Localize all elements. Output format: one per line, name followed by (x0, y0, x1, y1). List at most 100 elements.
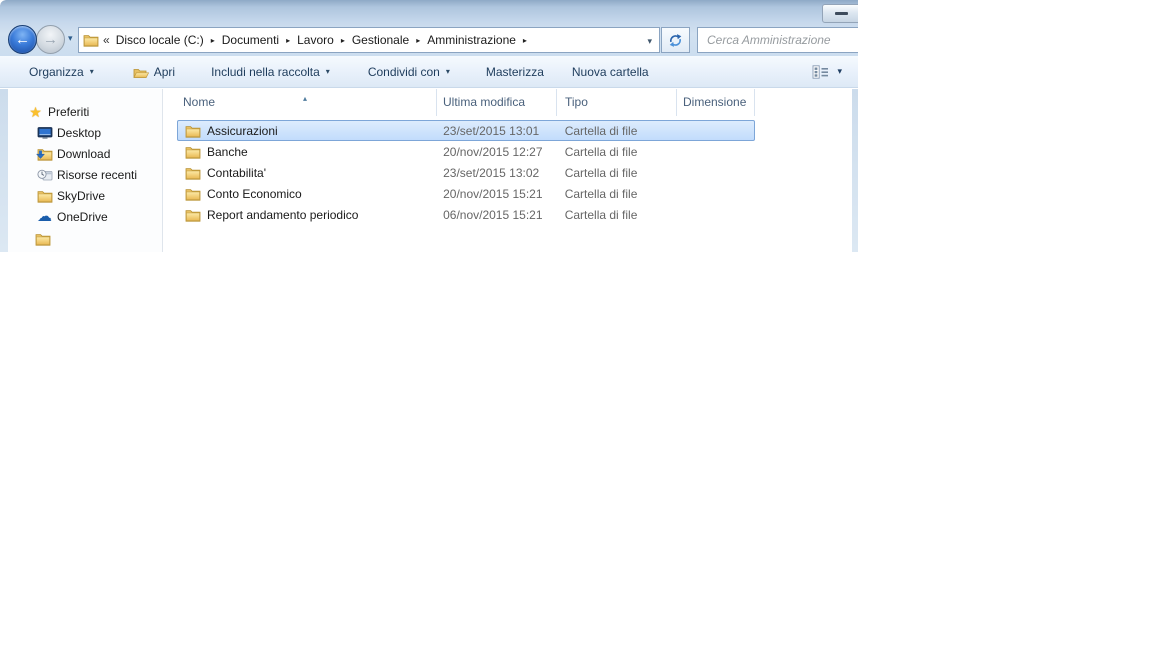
column-header-dimensione[interactable]: Dimensione (677, 89, 755, 116)
file-modified: 06/nov/2015 15:21 (443, 207, 543, 222)
table-row-contabilita[interactable]: Contabilita' 23/set/2015 13:02 Cartella … (177, 162, 755, 183)
new-folder-button[interactable]: Nuova cartella (561, 60, 660, 84)
sidebar-item-desktop[interactable]: Desktop (8, 122, 162, 143)
burn-button[interactable]: Masterizza (475, 60, 555, 84)
back-button[interactable]: ← (8, 25, 37, 54)
navigation-pane: ★ Preferiti Desktop Download Risorse rec… (8, 89, 163, 252)
column-label: Ultima modifica (443, 95, 526, 109)
address-dropdown-icon[interactable]: ▾ (647, 36, 652, 47)
column-label: Nome (183, 95, 216, 109)
sidebar-section-label: Preferiti (48, 104, 90, 119)
breadcrumb-separator-icon[interactable]: ▸ (523, 36, 527, 45)
breadcrumb-separator-icon[interactable]: ▸ (341, 36, 345, 45)
sort-ascending-icon: ▴ (302, 94, 307, 103)
sidebar-item-label: SkyDrive (57, 188, 106, 203)
folder-icon (185, 145, 201, 159)
breadcrumb-separator-icon[interactable]: ▸ (211, 36, 215, 45)
file-name: Conto Economico (207, 186, 302, 201)
file-name: Banche (207, 144, 248, 159)
include-in-library-button[interactable]: Includi nella raccolta ▾ (200, 60, 341, 84)
back-icon: ← (15, 31, 30, 48)
file-type: Cartella di file (564, 165, 638, 180)
folder-icon (185, 187, 201, 201)
column-label: Dimensione (683, 95, 747, 109)
file-modified: 20/nov/2015 15:21 (443, 186, 543, 201)
window-right-border (852, 89, 858, 252)
view-dropdown-icon[interactable]: ▾ (837, 66, 842, 77)
file-modified: 23/set/2015 13:01 (443, 123, 540, 138)
explorer-window: ← → ▾ « Disco locale (C:) ▸ Documenti ▸ … (0, 0, 858, 252)
refresh-button[interactable] (661, 27, 690, 53)
file-type: Cartella di file (564, 186, 638, 201)
file-type: Cartella di file (564, 207, 638, 222)
table-row-report-andamento-periodico[interactable]: Report andamento periodico 06/nov/2015 1… (177, 204, 755, 225)
table-row-assicurazioni[interactable]: Assicurazioni 23/set/2015 13:01 Cartella… (177, 120, 755, 141)
column-header-nome[interactable]: Nome ▴ (177, 89, 437, 116)
share-label: Condividi con (367, 64, 440, 79)
file-type: Cartella di file (564, 123, 638, 138)
folder-icon (185, 166, 201, 180)
main-area: ★ Preferiti Desktop Download Risorse rec… (0, 89, 858, 252)
column-headers: Nome ▴ Ultima modifica Tipo Dimensione (177, 89, 777, 116)
chevron-down-icon: ▾ (445, 67, 450, 76)
file-name: Assicurazioni (207, 123, 278, 138)
column-header-tipo[interactable]: Tipo (557, 89, 677, 116)
file-list-pane: Nome ▴ Ultima modifica Tipo Dimensione A… (177, 89, 777, 252)
change-view-button[interactable]: ▾ (812, 65, 858, 79)
star-icon: ★ (29, 103, 42, 120)
address-bar[interactable]: « Disco locale (C:) ▸ Documenti ▸ Lavoro… (78, 27, 660, 53)
breadcrumb-item-gestionale[interactable]: Gestionale (350, 33, 411, 47)
organize-button[interactable]: Organizza ▾ (18, 60, 105, 84)
search-box[interactable]: Cerca Amministrazione (697, 27, 858, 53)
breadcrumb-item-amministrazione[interactable]: Amministrazione (425, 33, 518, 47)
minimize-icon (835, 12, 848, 15)
column-label: Tipo (565, 95, 588, 109)
open-folder-icon (132, 65, 149, 79)
breadcrumb-separator-icon[interactable]: ▸ (416, 36, 420, 45)
sidebar-item-download[interactable]: Download (8, 143, 162, 164)
open-label: Apri (153, 64, 176, 79)
libraries-icon[interactable] (35, 232, 51, 246)
desktop-icon (36, 126, 53, 140)
forward-button[interactable]: → (36, 25, 65, 54)
sidebar-item-risorse-recenti[interactable]: Risorse recenti (8, 164, 162, 185)
table-row-banche[interactable]: Banche 20/nov/2015 12:27 Cartella di fil… (177, 141, 755, 162)
folder-icon (83, 33, 99, 47)
table-row-conto-economico[interactable]: Conto Economico 20/nov/2015 15:21 Cartel… (177, 183, 755, 204)
burn-label: Masterizza (485, 64, 544, 79)
sidebar-item-onedrive[interactable]: ☁ OneDrive (8, 206, 162, 227)
folder-icon (185, 208, 201, 222)
file-modified: 23/set/2015 13:02 (443, 165, 540, 180)
download-folder-icon (36, 147, 53, 161)
breadcrumb-overflow-icon[interactable]: « (103, 33, 110, 47)
sidebar-item-label: Risorse recenti (57, 167, 138, 182)
folder-icon (185, 124, 201, 138)
organize-label: Organizza (29, 64, 84, 79)
window-left-border (0, 89, 8, 252)
refresh-icon (668, 33, 683, 48)
include-label: Includi nella raccolta (211, 64, 320, 79)
chevron-down-icon: ▾ (325, 67, 330, 76)
file-modified: 20/nov/2015 12:27 (443, 144, 543, 159)
sidebar-item-label: Desktop (57, 125, 102, 140)
file-name: Report andamento periodico (207, 207, 359, 222)
new-folder-label: Nuova cartella (571, 64, 649, 79)
breadcrumb-item-lavoro[interactable]: Lavoro (295, 33, 336, 47)
column-header-ultima-modifica[interactable]: Ultima modifica (437, 89, 557, 116)
history-dropdown-icon[interactable]: ▾ (68, 33, 73, 44)
breadcrumb-item-disk[interactable]: Disco locale (C:) (114, 33, 206, 47)
search-placeholder: Cerca Amministrazione (707, 33, 831, 47)
file-rows: Assicurazioni 23/set/2015 13:01 Cartella… (177, 120, 777, 225)
sidebar-item-label: Download (57, 146, 111, 161)
open-button[interactable]: Apri (121, 60, 186, 84)
minimize-button[interactable] (822, 4, 858, 23)
sidebar-section-preferiti[interactable]: ★ Preferiti (8, 101, 162, 122)
chevron-down-icon: ▾ (89, 67, 94, 76)
forward-icon: → (43, 31, 58, 48)
onedrive-cloud-icon: ☁ (37, 208, 52, 225)
title-bar: ← → ▾ « Disco locale (C:) ▸ Documenti ▸ … (0, 0, 858, 56)
share-with-button[interactable]: Condividi con ▾ (357, 60, 461, 84)
breadcrumb-item-documenti[interactable]: Documenti (220, 33, 281, 47)
breadcrumb-separator-icon[interactable]: ▸ (286, 36, 290, 45)
sidebar-item-skydrive[interactable]: SkyDrive (8, 185, 162, 206)
